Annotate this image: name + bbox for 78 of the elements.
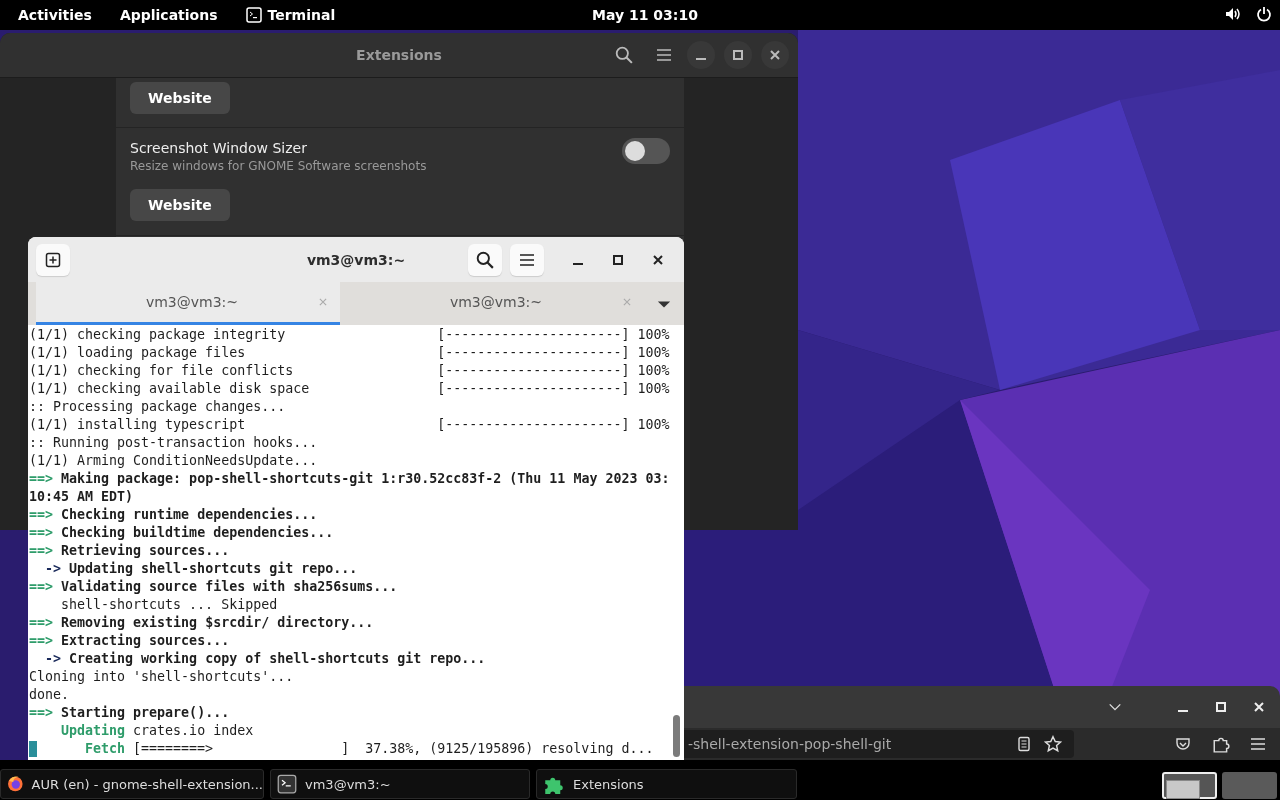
menu-button[interactable] [510, 243, 544, 276]
power-icon [1256, 6, 1272, 22]
terminal-line: ==> Checking runtime dependencies... [28, 506, 319, 524]
close-icon [653, 254, 663, 265]
terminal-line: done. [28, 686, 71, 704]
new-tab-button[interactable] [36, 243, 70, 276]
menu-icon [1250, 736, 1266, 752]
reader-view-icon [1016, 736, 1032, 752]
taskbar-item[interactable]: vm3@vm3:~ [270, 769, 530, 799]
puzzle-icon [1212, 735, 1230, 753]
browser-icon [7, 774, 24, 794]
terminal-line: (1/1) checking package integrity [----------------------] 100% [28, 326, 671, 344]
workspace-thumbnail[interactable] [1162, 772, 1217, 799]
close-icon [770, 50, 780, 60]
clock[interactable]: May 11 03:10 [592, 7, 698, 23]
terminal-line: -> Creating working copy of shell-shortcuts git repo... [44, 650, 487, 668]
search-icon [476, 250, 494, 269]
search-button[interactable] [468, 243, 502, 276]
terminal-line: shell-shortcuts ... Skipped [60, 596, 279, 614]
star-icon [1044, 735, 1062, 753]
close-icon [622, 297, 632, 307]
address-bar[interactable]: -shell-extension-pop-shell-git [684, 730, 1074, 758]
terminal-line: ==> Extracting sources... [28, 632, 231, 650]
scrollbar[interactable] [673, 715, 680, 757]
window-title: vm3@vm3:~ [306, 251, 406, 268]
close-icon [1254, 702, 1264, 712]
close-icon [318, 297, 328, 307]
terminal-line: 10:45 AM EDT) [28, 488, 135, 506]
terminal-line: :: Running post-transaction hooks... [28, 434, 319, 452]
terminal-line: :: Processing package changes... [28, 398, 287, 416]
pocket-icon [1174, 736, 1192, 752]
terminal-line: (1/1) checking for file conflicts [----------------------] 100% [28, 362, 671, 380]
terminal-line: ==> Validating source files with sha256sums... [28, 578, 399, 596]
terminal-icon [277, 774, 297, 794]
maximize-icon [733, 50, 743, 60]
terminal-line: (1/1) checking available disk space [----------------------] 100% [28, 380, 671, 398]
terminal-line: (1/1) Arming ConditionNeedsUpdate... [28, 452, 319, 470]
terminal-line: -> Updating shell-shortcuts git repo... [44, 560, 359, 578]
website-button[interactable]: Website [130, 82, 230, 114]
maximize-icon [613, 254, 623, 265]
terminal-line: ==> Starting prepare()... [28, 704, 231, 722]
workspace-thumbnail[interactable] [1222, 772, 1277, 799]
text-cursor [29, 741, 37, 757]
terminal-line: Updating crates.io index [60, 722, 255, 740]
caret-icon [657, 298, 671, 309]
terminal-tab[interactable]: vm3@vm3:~ [36, 282, 340, 325]
minimize-button[interactable] [687, 41, 715, 69]
new-tab-icon [45, 251, 61, 268]
terminal-line: ==> Making package: pop-shell-shortcuts-git 1:r30.52cc83f-2 (Thu 11 May 2023 03: [28, 470, 671, 488]
minimize-icon [696, 58, 706, 60]
terminal-line: Cloning into 'shell-shortcuts'... [28, 668, 295, 686]
terminal-line: (1/1) loading package files [----------------------] 100% [28, 344, 671, 362]
taskbar-item[interactable]: AUR (en) - gnome-shell-extension... [0, 769, 264, 799]
terminal-line: ==> Retrieving sources... [28, 542, 231, 560]
menu-icon [656, 47, 672, 63]
taskbar-item[interactable]: Extensions [536, 769, 797, 799]
app-menu[interactable]: Terminal [231, 7, 350, 23]
terminal-line: ==> Checking buildtime dependencies... [28, 524, 335, 542]
terminal-icon [245, 7, 262, 23]
minimize-icon [573, 262, 583, 265]
menu-icon [519, 251, 535, 268]
terminal-line: (1/1) installing typescript [----------------------] 100% [28, 416, 671, 434]
search-icon [615, 46, 633, 64]
volume-icon [1224, 6, 1242, 22]
maximize-button[interactable] [724, 41, 752, 69]
website-button[interactable]: Website [130, 189, 230, 221]
terminal-line: ==> Removing existing $srcdir/ directory... [28, 614, 375, 632]
terminal-line: Fetch [========> ] 37.38%, (9125/195896) resolving d... [84, 740, 654, 758]
maximize-icon [1216, 702, 1226, 712]
minimize-icon [1178, 710, 1188, 712]
activities-button[interactable]: Activities [4, 7, 106, 23]
extension-name: Screenshot Window Sizer [130, 140, 308, 156]
terminal-tab[interactable]: vm3@vm3:~ [340, 282, 644, 325]
extension-description: Resize windows for GNOME Software screenshots [130, 159, 427, 173]
window-title: Extensions [356, 47, 442, 63]
close-button[interactable] [761, 41, 789, 69]
applications-menu[interactable]: Applications [105, 7, 232, 23]
toggle-switch[interactable] [622, 138, 670, 164]
